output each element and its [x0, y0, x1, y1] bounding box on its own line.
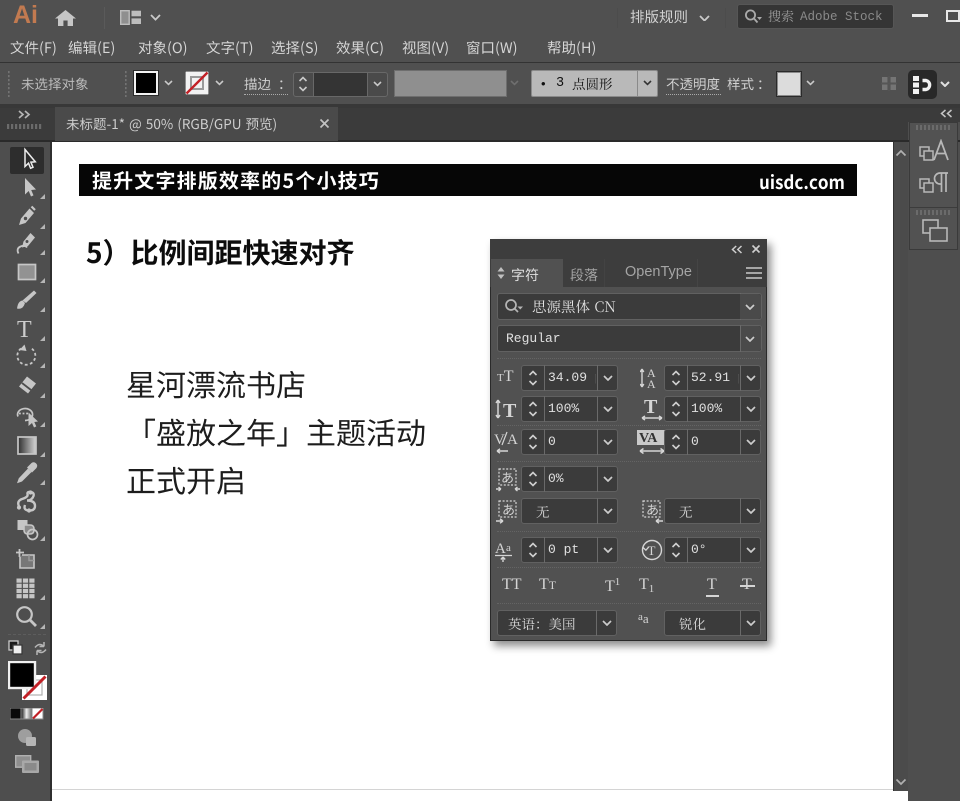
svg-text:A: A: [495, 541, 506, 557]
svg-text:VA: VA: [639, 431, 658, 446]
svg-text:A: A: [647, 377, 656, 390]
svg-text:a: a: [506, 542, 511, 554]
svg-text:T: T: [644, 398, 658, 418]
svg-text:T: T: [648, 543, 656, 558]
svg-text:A: A: [507, 432, 518, 448]
svg-text:T: T: [503, 400, 517, 420]
